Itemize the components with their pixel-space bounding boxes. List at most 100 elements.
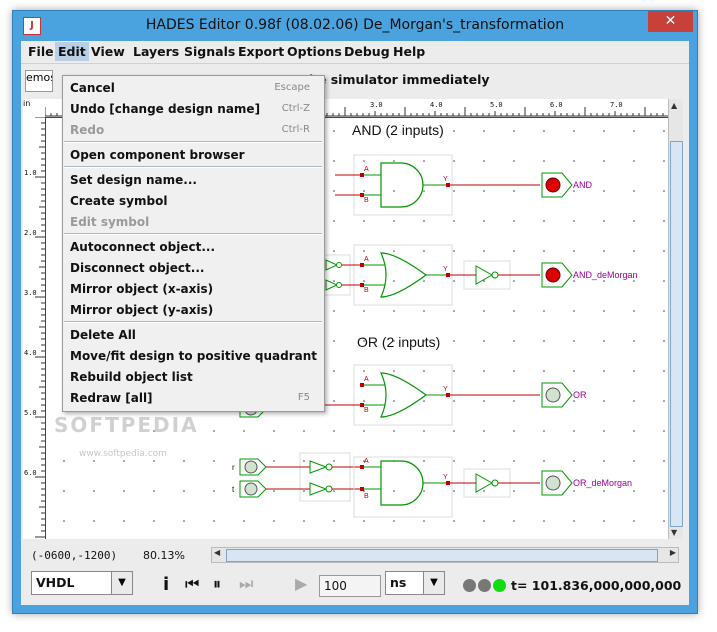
svg-text:B: B bbox=[364, 287, 369, 294]
shortcut-f5: F5 bbox=[297, 392, 310, 403]
ruler-label: 6.0 bbox=[24, 469, 37, 477]
and-gate[interactable]: A B Y bbox=[353, 154, 453, 216]
menu-item-mirror-x[interactable]: Mirror object (x-axis) bbox=[70, 282, 213, 296]
softpedia-watermark: SOFTPEDIA bbox=[54, 413, 199, 437]
ruler-label: 5.0 bbox=[490, 101, 503, 109]
ruler-label: 7.0 bbox=[610, 101, 623, 109]
status-led-2 bbox=[478, 579, 491, 592]
menu-export[interactable]: Export bbox=[236, 44, 286, 59]
design-name-field[interactable]: emos bbox=[25, 70, 53, 92]
svg-text:A: A bbox=[364, 458, 369, 465]
status-message: he simulator immediately bbox=[309, 72, 490, 87]
cursor-coordinates: (-0600,-1200) bbox=[31, 549, 118, 562]
or-gate[interactable]: A B Y bbox=[353, 364, 453, 426]
menu-item-set-design-name[interactable]: Set design name... bbox=[70, 173, 197, 187]
vertical-scroll-thumb[interactable] bbox=[670, 141, 683, 527]
ruler-label: 4.0 bbox=[24, 349, 37, 357]
menu-separator bbox=[64, 141, 322, 143]
vertical-scrollbar[interactable]: ▲ ▼ bbox=[668, 99, 683, 539]
svg-text:B: B bbox=[364, 407, 369, 414]
pin-y-label: Y bbox=[443, 176, 448, 183]
shortcut-ctrl-r: Ctrl-R bbox=[281, 124, 310, 135]
or-gate-demorgan-and[interactable]: A B Y bbox=[353, 244, 453, 306]
ruler-label: 1.0 bbox=[24, 169, 37, 177]
led-and: AND bbox=[541, 172, 593, 198]
svg-text:Y: Y bbox=[443, 474, 448, 481]
menu-help[interactable]: Help bbox=[391, 44, 427, 59]
output-label-and: AND bbox=[573, 180, 593, 190]
time-unit-select[interactable]: ns ▼ bbox=[385, 571, 445, 595]
play-icon[interactable]: ▶ bbox=[295, 574, 307, 593]
led-and-demorgan: AND_deMorgan bbox=[541, 262, 638, 288]
switch-t[interactable]: t bbox=[232, 480, 267, 498]
menu-signals[interactable]: Signals bbox=[182, 44, 237, 59]
pause-icon[interactable]: ⏸ bbox=[213, 574, 221, 594]
fast-forward-icon[interactable]: ⏭ bbox=[239, 574, 253, 594]
ruler-label: 4.0 bbox=[430, 101, 443, 109]
menu-item-rebuild-object-list[interactable]: Rebuild object list bbox=[70, 370, 193, 384]
menu-item-disconnect[interactable]: Disconnect object... bbox=[70, 261, 204, 275]
chevron-down-icon: ▼ bbox=[423, 572, 444, 594]
svg-text:Y: Y bbox=[443, 266, 448, 273]
input-label-r: r bbox=[232, 463, 235, 472]
chevron-down-icon: ▼ bbox=[111, 572, 132, 594]
menu-file[interactable]: File bbox=[26, 44, 56, 59]
menu-item-redraw-all[interactable]: Redraw [all] bbox=[70, 391, 153, 405]
rewind-icon[interactable]: ⏮ bbox=[185, 574, 199, 594]
menu-item-delete-all[interactable]: Delete All bbox=[70, 328, 136, 342]
switch-r[interactable]: r bbox=[232, 458, 267, 476]
window-title: HADES Editor 0.98f (08.02.06) De_Morgan'… bbox=[145, 17, 565, 33]
close-button[interactable]: ✕ bbox=[648, 11, 693, 32]
vertical-ruler: 1.0 2.0 3.0 4.0 5.0 6.0 bbox=[23, 117, 46, 539]
step-value-input[interactable]: 100 bbox=[319, 575, 381, 597]
horizontal-scrollbar[interactable]: ◀ ▶ bbox=[211, 547, 679, 563]
menu-edit[interactable]: Edit bbox=[55, 42, 89, 61]
ruler-corner: in bbox=[23, 99, 45, 117]
menu-item-mirror-y[interactable]: Mirror object (y-axis) bbox=[70, 303, 213, 317]
menu-view[interactable]: View bbox=[89, 44, 127, 59]
menu-layers[interactable]: Layers bbox=[131, 44, 181, 59]
time-unit-value: ns bbox=[390, 575, 407, 590]
menu-separator bbox=[64, 233, 322, 235]
language-value: VHDL bbox=[36, 575, 75, 590]
title-bar[interactable]: J HADES Editor 0.98f (08.02.06) De_Morga… bbox=[13, 11, 697, 41]
menu-item-cancel[interactable]: Cancel bbox=[70, 81, 115, 95]
menu-debug[interactable]: Debug bbox=[342, 44, 392, 59]
client-area: File Edit View Layers Signals Export Opt… bbox=[21, 41, 689, 605]
inverter-3[interactable] bbox=[299, 452, 351, 502]
language-select[interactable]: VHDL ▼ bbox=[31, 571, 133, 595]
and-section-title: AND (2 inputs) bbox=[352, 122, 444, 138]
menu-item-redo[interactable]: Redo bbox=[70, 123, 104, 137]
menu-options[interactable]: Options bbox=[285, 44, 344, 59]
svg-text:B: B bbox=[364, 493, 369, 500]
ruler-label: 3.0 bbox=[24, 289, 37, 297]
info-icon[interactable]: i bbox=[163, 574, 169, 595]
svg-text:A: A bbox=[364, 256, 369, 263]
horizontal-scroll-thumb[interactable] bbox=[226, 549, 658, 562]
softpedia-url: www.softpedia.com bbox=[79, 449, 167, 459]
svg-text:A: A bbox=[364, 376, 369, 383]
ruler-label: 2.0 bbox=[24, 229, 37, 237]
ruler-label: 5.0 bbox=[24, 409, 37, 417]
status-led-1 bbox=[463, 579, 476, 592]
menu-bar: File Edit View Layers Signals Export Opt… bbox=[21, 41, 689, 64]
menu-item-create-symbol[interactable]: Create symbol bbox=[70, 194, 167, 208]
input-label-t: t bbox=[232, 485, 235, 494]
menu-item-edit-symbol[interactable]: Edit symbol bbox=[70, 215, 149, 229]
led-or-demorgan: OR_deMorgan bbox=[541, 470, 632, 496]
shortcut-escape: Escape bbox=[274, 82, 310, 93]
menu-item-undo[interactable]: Undo [change design name] bbox=[70, 102, 260, 116]
app-window: J HADES Editor 0.98f (08.02.06) De_Morga… bbox=[12, 10, 698, 614]
svg-text:Y: Y bbox=[443, 386, 448, 393]
output-label-or-demorgan: OR_deMorgan bbox=[573, 478, 632, 488]
ruler-label: 6.0 bbox=[550, 101, 563, 109]
and-gate-demorgan-or[interactable]: A B Y bbox=[353, 456, 453, 518]
menu-item-move-fit[interactable]: Move/fit design to positive quadrant bbox=[70, 349, 317, 363]
menu-item-autoconnect[interactable]: Autoconnect object... bbox=[70, 240, 215, 254]
simulation-time: t= 101.836,000,000,000 bbox=[511, 578, 682, 593]
pin-b-label: B bbox=[364, 197, 369, 204]
shortcut-ctrl-z: Ctrl-Z bbox=[281, 103, 310, 114]
menu-item-open-component-browser[interactable]: Open component browser bbox=[70, 148, 245, 162]
menu-separator bbox=[64, 321, 322, 323]
or-section-title: OR (2 inputs) bbox=[357, 334, 440, 350]
